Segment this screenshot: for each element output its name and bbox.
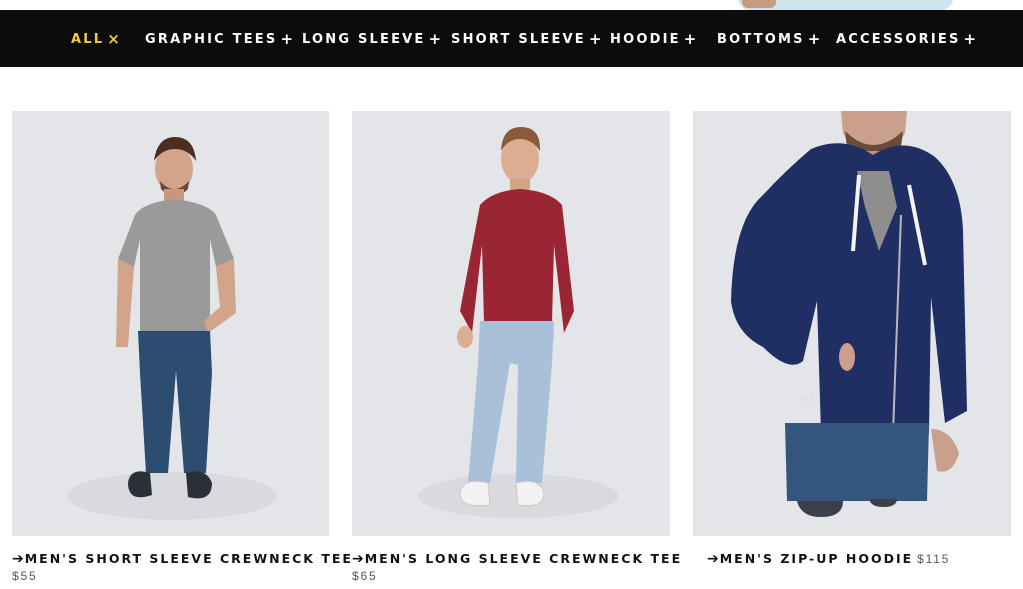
plus-icon: +: [963, 29, 977, 48]
plus-icon: +: [683, 29, 697, 48]
filter-hoodie[interactable]: HOODIE +: [610, 30, 696, 48]
filter-label: ACCESSORIES: [836, 31, 961, 47]
filter-label: HOODIE: [610, 31, 681, 47]
product-image[interactable]: [12, 111, 329, 536]
filter-accessories[interactable]: ACCESSORIES +: [836, 30, 976, 48]
product-title[interactable]: MEN'S LONG SLEEVE CREWNECK TEE: [365, 551, 682, 566]
plus-icon: +: [428, 29, 442, 48]
arrow-right-icon: ➔: [12, 551, 24, 567]
category-filter-bar: ALL × GRAPHIC TEES + LONG SLEEVE + SHORT…: [0, 10, 1023, 67]
filter-all[interactable]: ALL ×: [71, 30, 120, 48]
product-title-link[interactable]: ➔ MEN'S LONG SLEEVE CREWNECK TEE: [352, 551, 682, 567]
product-title[interactable]: MEN'S SHORT SLEEVE CREWNECK TEE: [25, 551, 353, 566]
plus-icon: +: [807, 29, 821, 48]
filter-bottoms[interactable]: BOTTOMS +: [717, 30, 820, 48]
product-price: $65: [352, 569, 378, 583]
close-icon[interactable]: ×: [107, 31, 120, 47]
filter-label: LONG SLEEVE: [302, 31, 426, 47]
filter-graphic-tees[interactable]: GRAPHIC TEES +: [145, 30, 293, 48]
arrow-right-icon: ➔: [707, 551, 719, 567]
filter-label: BOTTOMS: [717, 31, 805, 47]
product-price: $115: [917, 552, 951, 566]
plus-icon: +: [588, 29, 602, 48]
product-image[interactable]: 7L3: [693, 111, 1011, 536]
arrow-right-icon: ➔: [352, 551, 364, 567]
filter-long-sleeve[interactable]: LONG SLEEVE +: [302, 30, 441, 48]
filter-label: GRAPHIC TEES: [145, 31, 278, 47]
filter-short-sleeve[interactable]: SHORT SLEEVE +: [451, 30, 601, 48]
plus-icon: +: [280, 29, 294, 48]
product-image[interactable]: [352, 111, 670, 536]
filter-label: SHORT SLEEVE: [451, 31, 586, 47]
banner-image-arm: [742, 0, 776, 8]
product-title-link[interactable]: ➔ MEN'S SHORT SLEEVE CREWNECK TEE: [12, 551, 353, 567]
top-banner-edge: [0, 0, 1023, 10]
product-title-link[interactable]: ➔ MEN'S ZIP-UP HOODIE $115: [707, 551, 950, 567]
filter-label: ALL: [71, 31, 105, 47]
product-title[interactable]: MEN'S ZIP-UP HOODIE: [720, 551, 913, 566]
product-price: $55: [12, 569, 38, 583]
svg-text:7L3: 7L3: [801, 395, 814, 403]
